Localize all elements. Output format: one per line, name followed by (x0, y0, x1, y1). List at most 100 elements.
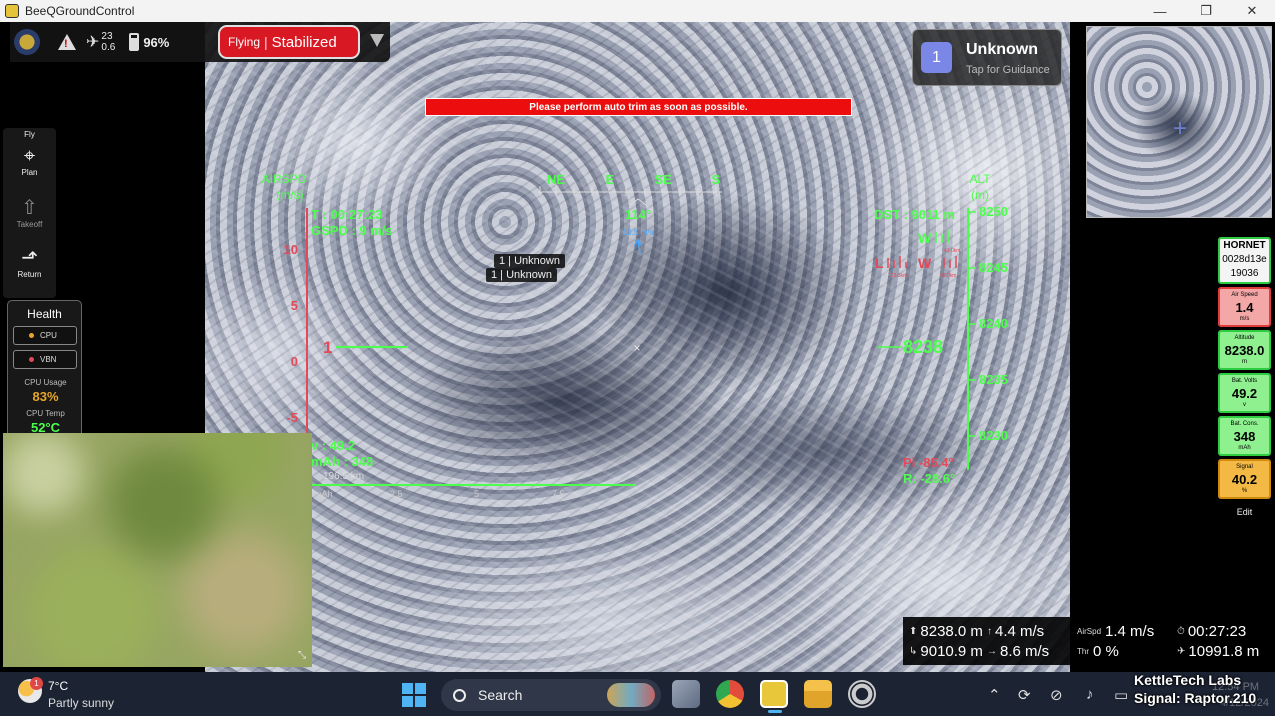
edit-button[interactable]: Edit (1218, 507, 1271, 517)
vehicle-name: HORNET (1223, 240, 1266, 251)
weather-temp[interactable]: 7°C (48, 679, 68, 693)
battery-volts-tile[interactable]: Bat. Volts 49.2 v (1218, 373, 1271, 413)
wind-bars-green-icon (935, 230, 949, 243)
readout-alt: 8238.0 m (920, 622, 983, 640)
cpu-dot-icon (29, 333, 34, 338)
vbn-status[interactable]: VBN (13, 350, 77, 369)
beeqgc-taskbar-icon[interactable] (760, 680, 788, 708)
battery-icon[interactable] (129, 33, 140, 51)
active-app-indicator (768, 710, 782, 713)
throttle-scale-1: 2.5 (390, 489, 403, 499)
warning-icon[interactable]: ! (58, 34, 76, 50)
gps-icon[interactable]: ✈ (86, 32, 99, 52)
airspeed-title: AIRSPD (262, 172, 307, 186)
return-button[interactable]: ⬏ Return (3, 246, 56, 279)
guidance-card[interactable]: 1 Unknown Tap for Guidance (912, 29, 1062, 86)
takeoff-button[interactable]: ⇧ Takeoff (3, 196, 56, 229)
taskbar-search[interactable]: Search (441, 679, 661, 711)
tile-title: Bat. Cons. (1230, 421, 1259, 427)
airspeed-tick-10: 10 (284, 242, 298, 257)
weather-desc[interactable]: Partly sunny (48, 696, 114, 710)
health-panel: Health CPU VBN CPU Usage 83% CPU Temp 52… (7, 300, 82, 440)
vbn-dot-icon (29, 357, 34, 362)
start-button[interactable] (402, 683, 426, 707)
flight-mode-selector[interactable]: Flying | Stabilized (218, 25, 360, 59)
tile-unit: % (1241, 488, 1248, 494)
left-wind-label: L (875, 255, 884, 271)
tile-title: Bat. Volts (1231, 378, 1258, 384)
camera-thumbnail[interactable]: + (1086, 26, 1272, 218)
tray-overflow-icon[interactable]: ⌃ (988, 686, 1001, 704)
airspeed-tick-5: 5 (291, 298, 298, 313)
search-highlight-icon (607, 683, 655, 707)
alt-unit: (m) (971, 188, 989, 202)
guidance-subtitle: Tap for Guidance (966, 64, 1050, 76)
hud-mah: mAh : 348 (311, 454, 373, 469)
cpu-usage-value: 83% (32, 389, 59, 404)
wind-label: W (918, 230, 932, 246)
tile-title: Signal (1236, 464, 1253, 470)
vehicle-logo-icon[interactable] (14, 29, 40, 55)
signal-tile[interactable]: Signal 40.2 % (1218, 459, 1271, 499)
sync-icon[interactable]: ⟳ (1018, 686, 1031, 704)
gps-hdop: 0.6 (101, 42, 116, 53)
throttle-scale-3: 7.5 (552, 489, 565, 499)
plan-button[interactable]: ⌖ Plan (3, 144, 56, 177)
cpu-status[interactable]: CPU (13, 326, 77, 345)
tile-value: 348 (1233, 429, 1256, 444)
map-widget[interactable]: ⤡ (3, 433, 312, 667)
total-distance-icon: ✈ (1177, 645, 1186, 657)
vehicle-serial: 19036 (1230, 268, 1259, 279)
hud-time: T : 00:27:23 (311, 207, 383, 222)
altitude-tile[interactable]: Altitude 8238.0 m (1218, 330, 1271, 370)
compass-se: SE (654, 172, 672, 187)
battery-percent[interactable]: 96% (143, 35, 169, 50)
tile-title: Air Speed (1231, 292, 1258, 298)
airspeed-tick-0: 0 (291, 354, 298, 369)
guidance-title: Unknown (966, 41, 1038, 58)
display-icon[interactable]: ▭ (1114, 686, 1128, 704)
chevron-down-icon[interactable] (370, 34, 384, 47)
takeoff-icon: ⇧ (21, 197, 38, 219)
right-wind-label: W (918, 255, 932, 271)
search-label: Search (478, 687, 523, 703)
tile-value: 8238.0 (1224, 343, 1265, 358)
readout-climb: 4.4 m/s (995, 622, 1045, 640)
object-label[interactable]: 1 | Unknown (494, 254, 565, 268)
weather-badge: 1 (30, 677, 43, 690)
watermark: KettleTech Labs Signal: Raptor.210 (1134, 671, 1256, 707)
tile-title: Altitude (1234, 335, 1255, 341)
chrome-icon[interactable] (716, 680, 744, 708)
task-view-icon[interactable] (672, 680, 700, 708)
obs-icon[interactable] (848, 680, 876, 708)
readout-dist: 9010.9 m (920, 642, 983, 660)
flight-state: Flying (228, 35, 261, 49)
airspeed-tile[interactable]: Air Speed 1.4 m/s (1218, 287, 1271, 327)
resize-handle-icon[interactable]: ⤡ (298, 650, 306, 661)
hud-dst: DST : 9011 m (874, 207, 955, 222)
vbn-label: VBN (40, 355, 57, 364)
tile-value: 1.4 (1235, 300, 1254, 315)
health-title: Health (27, 307, 62, 321)
tool-header: Fly (3, 130, 56, 139)
cpu-label: CPU (40, 331, 57, 340)
warning-banner-text: Please perform auto trim as soon as poss… (529, 101, 748, 113)
hud-voltage: v : 49.2 (311, 438, 355, 453)
altitude-icon: ⬆ (909, 625, 918, 637)
alt-tick-8250: 8250 (979, 204, 1008, 219)
cpu-temp-label: CPU Temp (26, 409, 65, 418)
file-explorer-icon[interactable] (804, 680, 832, 708)
return-icon: ⬏ (21, 247, 38, 269)
compass-ne: NE (547, 172, 565, 187)
gps-status[interactable]: 23 0.6 (101, 31, 115, 53)
guidance-number: 1 (921, 42, 952, 73)
hud-gspd: GSPD : 9 m/s (311, 223, 393, 238)
battery-consumption-tile[interactable]: Bat. Cons. 348 mAh (1218, 416, 1271, 456)
telemetry-readout: ⬆ 8238.0 m ↑ 4.4 m/s ↳ 9010.9 m → 8.6 m/s (903, 617, 1071, 665)
vehicle-card[interactable]: HORNET 0028d13e 19036 (1218, 237, 1271, 284)
microphone-icon[interactable]: ♪ (1086, 686, 1094, 703)
map-blur (3, 433, 312, 667)
readout-time: 00:27:23 (1187, 622, 1247, 640)
network-off-icon[interactable]: ⊘ (1050, 686, 1063, 704)
object-label[interactable]: 1 | Unknown (486, 268, 557, 282)
